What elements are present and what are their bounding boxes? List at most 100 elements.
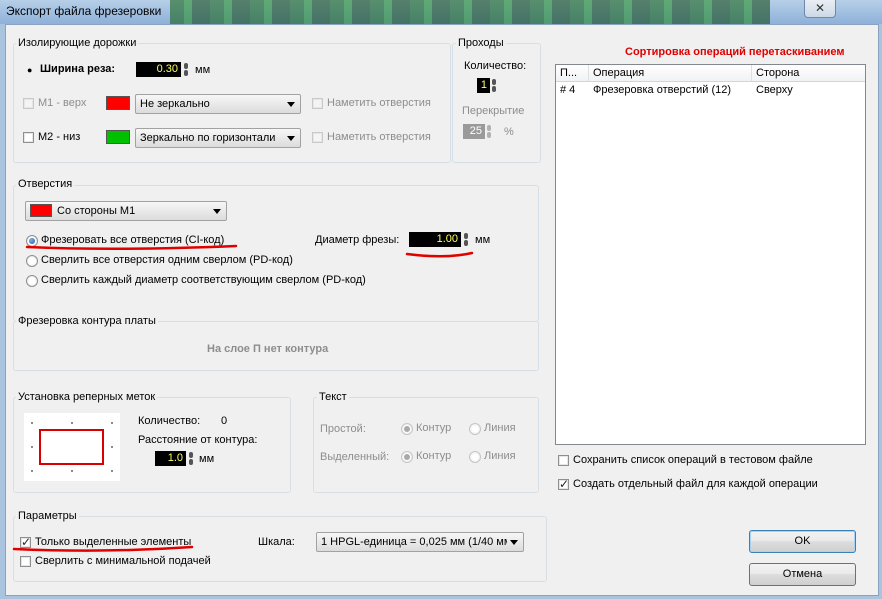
cutter-diameter-label: Диаметр фрезы: — [315, 234, 400, 246]
save-list-label: Сохранить список операций в тестовом фай… — [573, 454, 813, 466]
fiducials-distance-unit: мм — [199, 453, 215, 465]
list-header: П... Операция Сторона — [556, 65, 865, 82]
m1-color-swatch[interactable] — [106, 96, 130, 110]
m2-mark-holes-checkbox[interactable] — [312, 132, 323, 143]
holes-side-value: Со стороны М1 — [57, 205, 136, 217]
m1-checkbox[interactable] — [23, 98, 34, 109]
m2-mirror-value: Зеркально по горизонтали — [140, 132, 276, 144]
text-selected-line-radio[interactable] — [469, 451, 481, 463]
fiducials-preview-drawing — [31, 422, 113, 472]
overlap-input[interactable]: 25 — [463, 124, 485, 139]
check-icon: ✓ — [21, 535, 32, 549]
text-selected-contour-label: Контур — [416, 450, 452, 462]
background-pcb-image — [170, 0, 770, 24]
holes-group-title: Отверстия — [16, 178, 75, 190]
holes-side-select[interactable]: Со стороны М1 — [25, 201, 227, 221]
passes-count-input[interactable]: 1 — [477, 78, 490, 93]
column-header-operation[interactable]: Операция — [589, 65, 752, 81]
drill-one-radio[interactable] — [26, 255, 38, 267]
sorting-header: Сортировка операций перетаскиванием — [625, 46, 845, 58]
only-selected-label: Только выделенные элементы — [35, 536, 192, 548]
text-simple-contour-label: Контур — [416, 422, 452, 434]
close-button[interactable]: ✕ — [804, 0, 836, 18]
list-item-side: Сверху — [756, 84, 793, 96]
scale-select[interactable]: 1 HPGL-единица = 0,025 мм (1/40 мм) — [316, 532, 524, 552]
m2-color-swatch[interactable] — [106, 130, 130, 144]
fiducials-preview — [24, 413, 120, 481]
cut-width-input[interactable]: 0.30 — [136, 62, 181, 77]
drill-each-radio[interactable] — [26, 275, 38, 287]
fiducials-distance-label: Расстояние от контура: — [138, 434, 258, 446]
drill-each-label: Сверлить каждый диаметр соответствующим … — [41, 274, 366, 286]
operations-list[interactable]: П... Операция Сторона # 4 Фрезеровка отв… — [555, 64, 866, 445]
cutter-diameter-unit: мм — [475, 234, 491, 246]
m1-mark-holes-checkbox[interactable] — [312, 98, 323, 109]
cut-width-spinner[interactable] — [184, 62, 188, 77]
ok-button[interactable]: OK — [749, 530, 856, 553]
passes-group-title: Проходы — [456, 37, 506, 49]
separate-file-checkbox[interactable]: ✓ — [558, 477, 570, 491]
text-group-title: Текст — [317, 391, 349, 403]
m1-mirror-value: Не зеркально — [140, 98, 210, 110]
only-selected-checkbox[interactable]: ✓ — [20, 535, 32, 549]
fiducials-count-label: Количество: — [138, 415, 201, 427]
min-feed-checkbox[interactable] — [20, 556, 31, 567]
m1-label: М1 - верх — [38, 97, 87, 109]
overlap-label: Перекрытие — [462, 105, 525, 117]
text-selected-contour-radio[interactable] — [401, 451, 413, 463]
overlap-unit: % — [504, 126, 514, 138]
column-header-side[interactable]: Сторона — [752, 65, 865, 81]
fiducials-group-title: Установка реперных меток — [16, 391, 158, 403]
list-item[interactable]: # 4 Фрезеровка отверстий (12) Сверху — [556, 83, 865, 99]
isolation-group-title: Изолирующие дорожки — [16, 37, 139, 49]
check-icon: ✓ — [559, 477, 570, 491]
m1-mark-holes-label: Наметить отверстия — [327, 97, 431, 109]
scale-value: 1 HPGL-единица = 0,025 мм (1/40 мм) — [321, 536, 507, 548]
contour-message: На слое П нет контура — [207, 343, 329, 355]
passes-count-spinner[interactable] — [492, 78, 496, 93]
separate-file-label: Создать отдельный файл для каждой операц… — [573, 478, 818, 490]
cancel-button[interactable]: Отмена — [749, 563, 856, 586]
mill-all-holes-label: Фрезеровать все отверстия (CI-код) — [41, 234, 225, 246]
list-item-num: # 4 — [560, 84, 576, 96]
m2-mirror-select[interactable]: Зеркально по горизонтали — [135, 128, 301, 148]
mill-all-holes-radio[interactable] — [26, 235, 38, 247]
text-simple-line-label: Линия — [484, 422, 516, 434]
overlap-spinner[interactable] — [487, 124, 491, 139]
chevron-down-icon — [510, 540, 518, 545]
chevron-down-icon — [287, 136, 295, 141]
holes-side-color — [30, 204, 52, 217]
close-icon: ✕ — [814, 1, 826, 15]
min-feed-label: Сверлить с минимальной подачей — [35, 555, 211, 567]
fiducials-count-value: 0 — [221, 415, 228, 427]
text-group — [313, 397, 539, 493]
m1-mirror-select[interactable]: Не зеркально — [135, 94, 301, 114]
list-item-operation: Фрезеровка отверстий (12) — [593, 84, 732, 96]
text-selected-label: Выделенный: — [320, 451, 390, 463]
dialog-client-area: Изолирующие дорожки ● Ширина реза: 0.30 … — [5, 24, 879, 596]
cutter-diameter-spinner[interactable] — [464, 232, 468, 247]
params-group-title: Параметры — [16, 510, 79, 522]
column-header-num[interactable]: П... — [556, 65, 589, 81]
drill-one-label: Сверлить все отверстия одним сверлом (PD… — [41, 254, 293, 266]
passes-count-label: Количество: — [464, 60, 527, 72]
m2-checkbox[interactable] — [23, 132, 34, 143]
contour-group-title: Фрезеровка контура платы — [16, 315, 158, 327]
text-selected-line-label: Линия — [484, 450, 516, 462]
window-title: Экспорт файла фрезеровки — [6, 4, 162, 18]
text-simple-line-radio[interactable] — [469, 423, 481, 435]
scale-label: Шкала: — [258, 536, 295, 548]
chevron-down-icon — [213, 209, 221, 214]
cut-width-label: Ширина реза: — [40, 63, 116, 75]
fiducials-distance-spinner[interactable] — [189, 451, 193, 466]
save-list-checkbox[interactable] — [558, 455, 569, 466]
bullet-icon: ● — [27, 65, 33, 75]
dialog-window: Экспорт файла фрезеровки ✕ Изолирующие д… — [0, 0, 882, 599]
title-bar[interactable]: Экспорт файла фрезеровки ✕ — [0, 0, 882, 24]
cut-width-unit: мм — [195, 64, 211, 76]
fiducials-distance-input[interactable]: 1.0 — [155, 451, 186, 466]
m2-mark-holes-label: Наметить отверстия — [327, 131, 431, 143]
text-simple-contour-radio[interactable] — [401, 423, 413, 435]
cutter-diameter-input[interactable]: 1.00 — [409, 232, 461, 247]
text-simple-label: Простой: — [320, 423, 366, 435]
